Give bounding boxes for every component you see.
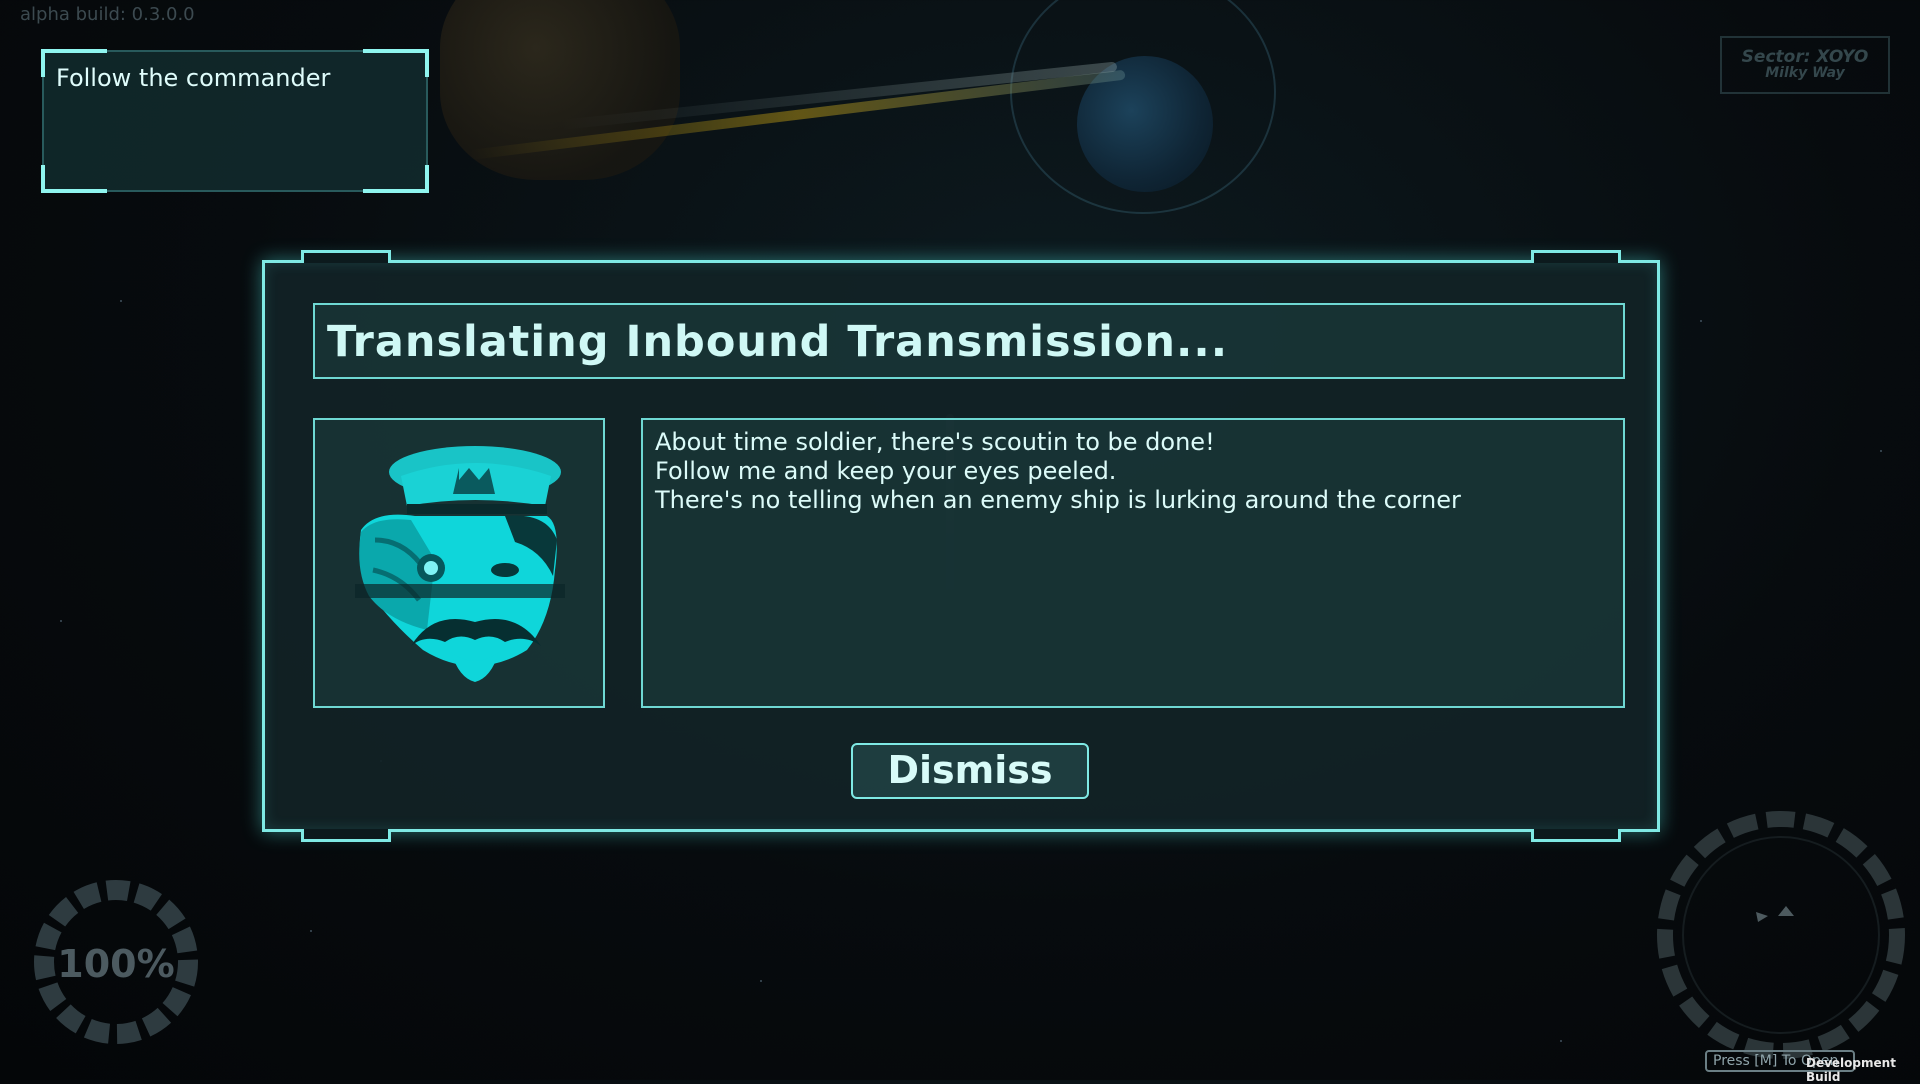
message-line: About time soldier, there's scoutin to b… — [655, 428, 1215, 456]
commander-portrait-icon — [355, 446, 565, 682]
transmission-dialog: Translating Inbound Transmission... Abou… — [262, 250, 1660, 842]
frame-notch — [1531, 829, 1621, 842]
health-gauge: 100% — [28, 874, 204, 1050]
objective-panel: Follow the commander — [41, 49, 429, 193]
objective-text: Follow the commander — [56, 64, 331, 92]
sector-region: Milky Way — [1765, 65, 1845, 81]
frame-notch — [1531, 250, 1621, 263]
speaker-portrait — [313, 418, 605, 708]
frame-notch — [301, 829, 391, 842]
radar-minimap[interactable] — [1650, 804, 1912, 1066]
dialog-title-bar: Translating Inbound Transmission... — [313, 303, 1625, 379]
radar-ring-icon — [1657, 811, 1905, 1059]
dialog-title: Translating Inbound Transmission... — [327, 317, 1229, 367]
frame-corner — [41, 165, 107, 193]
frame-corner — [363, 165, 429, 193]
message-line: Follow me and keep your eyes peeled. — [655, 457, 1117, 485]
dismiss-button[interactable]: Dismiss — [851, 743, 1089, 799]
sector-name: Sector: XOYO — [1741, 47, 1869, 67]
transmission-message: About time soldier, there's scoutin to b… — [641, 418, 1625, 708]
frame-notch — [301, 250, 391, 263]
sector-indicator: Sector: XOYO Milky Way — [1720, 36, 1890, 94]
build-version-label: alpha build: 0.3.0.0 — [20, 4, 195, 25]
health-percent: 100% — [57, 942, 175, 986]
message-line: There's no telling when an enemy ship is… — [655, 486, 1461, 514]
frame-corner — [363, 49, 429, 77]
